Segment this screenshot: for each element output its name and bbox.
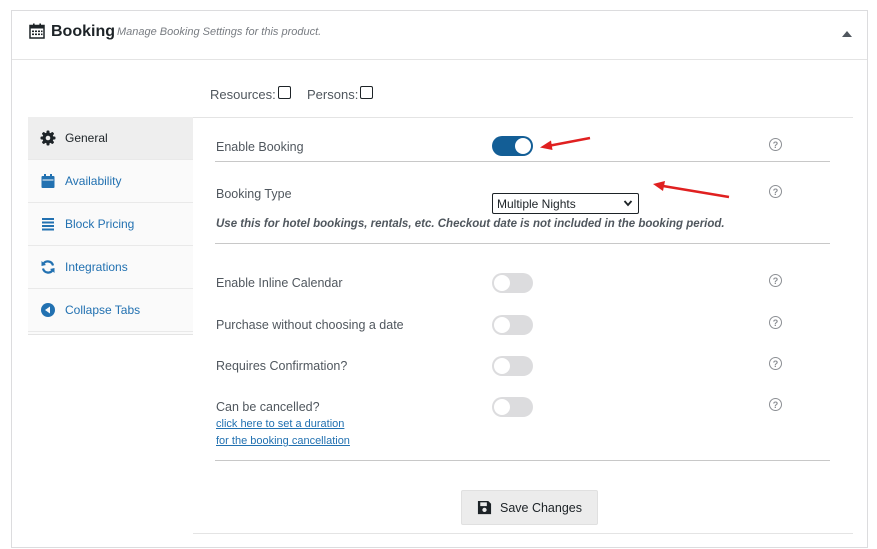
panel-title: Booking bbox=[51, 23, 115, 40]
purchase-without-date-label: Purchase without choosing a date bbox=[216, 318, 404, 332]
toggle-knob bbox=[494, 317, 510, 333]
annotation-arrow-icon bbox=[540, 136, 591, 150]
sync-icon bbox=[41, 260, 55, 274]
toggle-knob bbox=[494, 275, 510, 291]
persons-checkbox[interactable] bbox=[360, 86, 374, 99]
toggle-knob bbox=[494, 399, 510, 415]
booking-type-label: Booking Type bbox=[216, 187, 292, 201]
persons-label: Persons: bbox=[307, 87, 359, 102]
divider bbox=[215, 460, 830, 461]
booking-type-note: Use this for hotel bookings, rentals, et… bbox=[216, 218, 725, 230]
divider bbox=[215, 161, 830, 162]
help-icon[interactable]: ? bbox=[769, 185, 782, 198]
enable-inline-calendar-label: Enable Inline Calendar bbox=[216, 276, 343, 290]
sidebar-item-availability[interactable]: Availability bbox=[28, 160, 193, 203]
resources-label: Resources: bbox=[210, 87, 276, 102]
resources-checkbox[interactable] bbox=[277, 86, 291, 99]
sidebar-item-collapse-tabs[interactable]: Collapse Tabs bbox=[28, 289, 193, 332]
sidebar-item-block-pricing[interactable]: Block Pricing bbox=[28, 203, 193, 246]
arrow-left-circle-icon bbox=[41, 303, 55, 317]
cancellation-duration-link-line2[interactable]: for the booking cancellation bbox=[216, 435, 350, 447]
save-changes-button[interactable]: Save Changes bbox=[461, 490, 598, 525]
toggle-knob bbox=[515, 138, 531, 154]
help-icon[interactable]: ? bbox=[769, 274, 782, 287]
calendar-icon bbox=[29, 23, 45, 39]
can-be-cancelled-toggle[interactable] bbox=[492, 397, 533, 417]
help-icon[interactable]: ? bbox=[769, 357, 782, 370]
enable-inline-calendar-toggle[interactable] bbox=[492, 273, 533, 293]
help-icon[interactable]: ? bbox=[769, 138, 782, 151]
resources-option: Resources: bbox=[210, 86, 291, 102]
collapse-caret-icon[interactable] bbox=[842, 31, 852, 37]
list-icon bbox=[42, 218, 54, 231]
sidebar-item-label: General bbox=[65, 131, 108, 145]
enable-booking-label: Enable Booking bbox=[216, 140, 304, 154]
booking-type-value: Multiple Nights bbox=[497, 196, 576, 211]
save-changes-label: Save Changes bbox=[499, 500, 582, 515]
sidebar-item-integrations[interactable]: Integrations bbox=[28, 246, 193, 289]
calendar-icon bbox=[41, 174, 55, 188]
can-be-cancelled-label: Can be cancelled? bbox=[216, 400, 320, 414]
sidebar-item-label: Collapse Tabs bbox=[65, 303, 141, 317]
purchase-without-date-toggle[interactable] bbox=[492, 315, 533, 335]
sidebar-item-label: Availability bbox=[65, 174, 122, 188]
divider bbox=[215, 243, 830, 244]
sidebar-item-label: Integrations bbox=[65, 260, 128, 274]
floppy-disk-icon bbox=[477, 500, 492, 515]
toggle-knob bbox=[494, 358, 510, 374]
general-settings: Enable Booking ? Booking Type Multiple N… bbox=[193, 117, 853, 534]
gear-icon bbox=[40, 130, 56, 146]
persons-option: Persons: bbox=[307, 86, 374, 102]
chevron-down-icon bbox=[623, 200, 633, 207]
requires-confirmation-label: Requires Confirmation? bbox=[216, 359, 348, 373]
sidebar-item-label: Block Pricing bbox=[65, 217, 135, 231]
booking-type-select[interactable]: Multiple Nights bbox=[492, 193, 639, 214]
sidebar-item-general[interactable]: General bbox=[28, 117, 193, 160]
enable-booking-toggle[interactable] bbox=[492, 136, 533, 156]
help-icon[interactable]: ? bbox=[769, 316, 782, 329]
help-icon[interactable]: ? bbox=[769, 398, 782, 411]
annotation-arrow-icon bbox=[653, 181, 730, 199]
booking-panel: Booking Manage Booking Settings for this… bbox=[11, 10, 868, 548]
cancellation-duration-link[interactable]: click here to set a duration bbox=[216, 418, 344, 430]
panel-header: Booking Manage Booking Settings for this… bbox=[12, 11, 867, 60]
panel-subtitle: Manage Booking Settings for this product… bbox=[117, 26, 322, 38]
requires-confirmation-toggle[interactable] bbox=[492, 356, 533, 376]
sidebar-tabs: General Availability Block Pricing Integ… bbox=[28, 117, 193, 335]
